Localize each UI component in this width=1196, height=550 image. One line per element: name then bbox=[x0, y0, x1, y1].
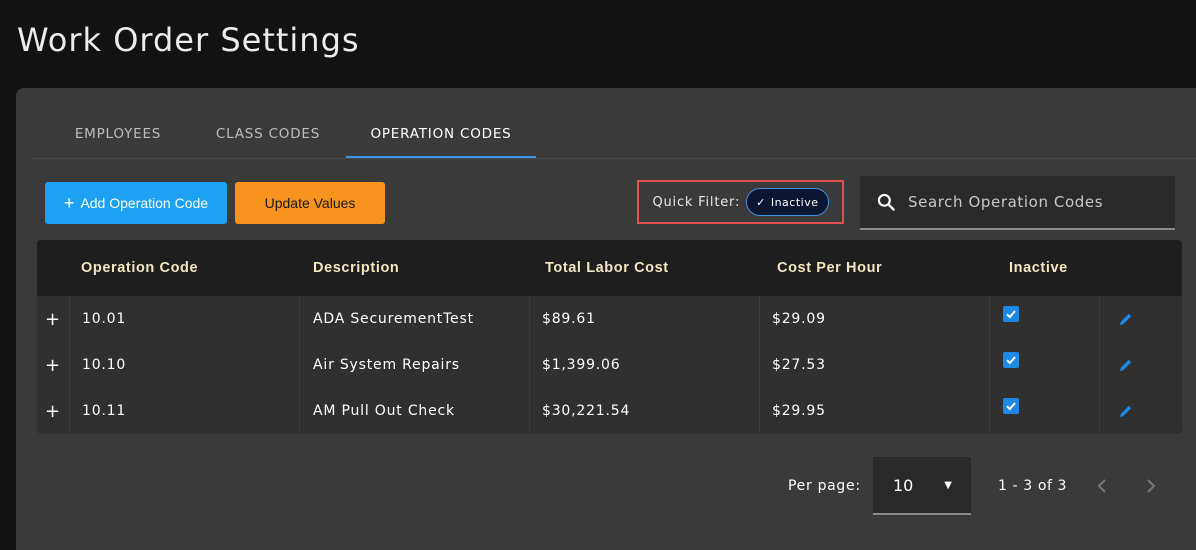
search-box bbox=[860, 176, 1175, 230]
edit-cell bbox=[1099, 296, 1182, 342]
operation-codes-table: Operation Code Description Total Labor C… bbox=[37, 240, 1182, 434]
checkmark-icon bbox=[1006, 402, 1016, 411]
tab-employees[interactable]: EMPLOYEES bbox=[48, 110, 188, 157]
header-total-labor-cost[interactable]: Total Labor Cost bbox=[545, 240, 669, 296]
expand-row-icon[interactable]: + bbox=[37, 342, 69, 388]
expand-row-icon[interactable]: + bbox=[37, 388, 69, 434]
inactive-checkbox[interactable] bbox=[1003, 352, 1019, 368]
previous-page-button[interactable] bbox=[1092, 476, 1112, 496]
per-page-label: Per page: bbox=[788, 478, 861, 494]
per-page-select[interactable]: 10 ▼ bbox=[873, 457, 971, 515]
table-header: Operation Code Description Total Labor C… bbox=[37, 240, 1182, 296]
inactive-filter-label: Inactive bbox=[770, 195, 819, 209]
table-row: + 10.11 AM Pull Out Check $30,221.54 $29… bbox=[37, 388, 1182, 434]
search-icon bbox=[877, 193, 895, 211]
header-inactive[interactable]: Inactive bbox=[1009, 240, 1068, 296]
expand-row-icon[interactable]: + bbox=[37, 296, 69, 342]
checkmark-icon bbox=[1006, 310, 1016, 319]
table-row: + 10.10 Air System Repairs $1,399.06 $27… bbox=[37, 342, 1182, 388]
inactive-checkbox[interactable] bbox=[1003, 398, 1019, 414]
edit-cell bbox=[1099, 342, 1182, 388]
header-operation-code[interactable]: Operation Code bbox=[81, 240, 198, 296]
inactive-cell bbox=[989, 296, 1099, 342]
add-operation-code-label: Add Operation Code bbox=[80, 195, 209, 211]
quick-filter-label: Quick Filter: bbox=[652, 194, 741, 210]
chevron-right-icon bbox=[1147, 479, 1156, 493]
inactive-checkbox[interactable] bbox=[1003, 306, 1019, 322]
next-page-button[interactable] bbox=[1141, 476, 1161, 496]
check-icon: ✓ bbox=[756, 195, 766, 209]
inactive-cell bbox=[989, 342, 1099, 388]
description-cell: Air System Repairs bbox=[299, 342, 529, 388]
total-labor-cost-cell: $1,399.06 bbox=[529, 342, 759, 388]
cost-per-hour-cell: $29.09 bbox=[759, 296, 989, 342]
pencil-icon[interactable] bbox=[1118, 357, 1134, 373]
cost-per-hour-cell: $29.95 bbox=[759, 388, 989, 434]
dropdown-arrow-icon: ▼ bbox=[944, 479, 952, 491]
add-operation-code-button[interactable]: + Add Operation Code bbox=[45, 182, 227, 224]
chevron-left-icon bbox=[1097, 479, 1106, 493]
total-labor-cost-cell: $30,221.54 bbox=[529, 388, 759, 434]
pagination-range: 1 - 3 of 3 bbox=[998, 478, 1068, 494]
search-input[interactable] bbox=[908, 193, 1148, 211]
operation-code-cell: 10.10 bbox=[69, 342, 299, 388]
inactive-filter-chip[interactable]: ✓ Inactive bbox=[746, 188, 829, 216]
tab-operation-codes[interactable]: OPERATION CODES bbox=[346, 110, 536, 158]
edit-cell bbox=[1099, 388, 1182, 434]
plus-icon: + bbox=[63, 193, 75, 213]
operation-code-cell: 10.11 bbox=[69, 388, 299, 434]
description-cell: AM Pull Out Check bbox=[299, 388, 529, 434]
tab-class-codes[interactable]: CLASS CODES bbox=[196, 110, 340, 157]
total-labor-cost-cell: $89.61 bbox=[529, 296, 759, 342]
inactive-cell bbox=[989, 388, 1099, 434]
quick-filter: Quick Filter: ✓ Inactive bbox=[637, 180, 844, 224]
update-values-button[interactable]: Update Values bbox=[235, 182, 385, 224]
header-cost-per-hour[interactable]: Cost Per Hour bbox=[777, 240, 882, 296]
checkmark-icon bbox=[1006, 356, 1016, 365]
tab-bar: EMPLOYEES CLASS CODES OPERATION CODES bbox=[32, 110, 1196, 159]
pencil-icon[interactable] bbox=[1118, 311, 1134, 327]
header-description[interactable]: Description bbox=[313, 240, 399, 296]
cost-per-hour-cell: $27.53 bbox=[759, 342, 989, 388]
settings-card: EMPLOYEES CLASS CODES OPERATION CODES + … bbox=[16, 88, 1196, 550]
pencil-icon[interactable] bbox=[1118, 403, 1134, 419]
per-page-value: 10 bbox=[893, 475, 914, 495]
table-row: + 10.01 ADA SecurementTest $89.61 $29.09 bbox=[37, 296, 1182, 342]
page-title: Work Order Settings bbox=[17, 21, 360, 59]
operation-code-cell: 10.01 bbox=[69, 296, 299, 342]
description-cell: ADA SecurementTest bbox=[299, 296, 529, 342]
